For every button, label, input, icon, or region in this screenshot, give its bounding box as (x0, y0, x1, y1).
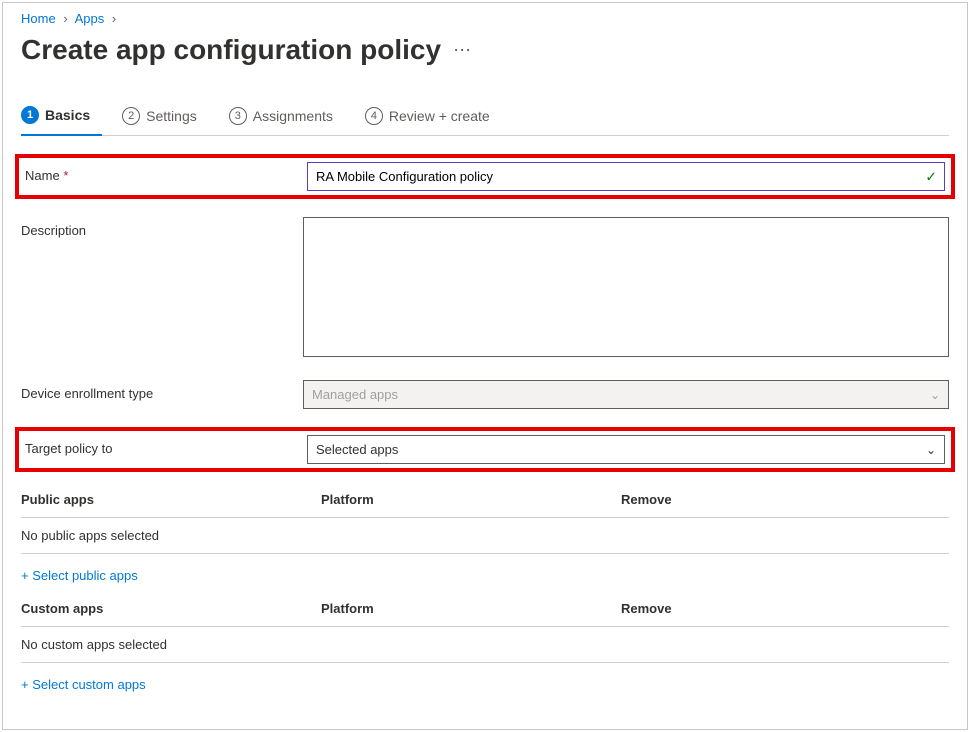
tab-settings[interactable]: 2 Settings (122, 106, 209, 135)
description-input[interactable] (303, 217, 949, 357)
target-policy-select[interactable]: Selected apps ⌄ (307, 435, 945, 464)
tab-number: 1 (21, 106, 39, 124)
check-icon: ✓ (925, 168, 937, 185)
description-label: Description (21, 217, 303, 238)
chevron-down-icon: ⌄ (930, 388, 940, 402)
public-apps-section: Public apps Platform Remove No public ap… (21, 482, 949, 591)
tab-label: Review + create (389, 108, 490, 124)
enrollment-type-select: Managed apps ⌄ (303, 380, 949, 409)
column-header-apps: Public apps (21, 492, 321, 507)
column-header-platform: Platform (321, 601, 621, 616)
tab-number: 4 (365, 107, 383, 125)
name-input[interactable] (307, 162, 945, 191)
select-value: Managed apps (312, 387, 398, 402)
name-label: Name * (25, 162, 307, 183)
tab-label: Assignments (253, 108, 333, 124)
tab-review-create[interactable]: 4 Review + create (365, 106, 502, 135)
custom-apps-section: Custom apps Platform Remove No custom ap… (21, 591, 949, 700)
tab-basics[interactable]: 1 Basics (21, 106, 102, 136)
tab-label: Basics (45, 107, 90, 123)
select-value: Selected apps (316, 442, 398, 457)
page-title: Create app configuration policy (21, 34, 441, 66)
column-header-remove: Remove (621, 601, 949, 616)
chevron-right-icon: › (112, 11, 116, 26)
chevron-down-icon: ⌄ (926, 443, 936, 457)
breadcrumb-apps[interactable]: Apps (75, 11, 105, 26)
chevron-right-icon: › (63, 11, 67, 26)
more-icon[interactable]: ⋯ (453, 40, 473, 61)
tab-number: 2 (122, 107, 140, 125)
target-policy-label: Target policy to (25, 435, 307, 456)
required-marker: * (63, 168, 68, 183)
breadcrumb-home[interactable]: Home (21, 11, 56, 26)
tab-assignments[interactable]: 3 Assignments (229, 106, 345, 135)
custom-apps-empty: No custom apps selected (21, 637, 321, 652)
public-apps-empty: No public apps selected (21, 528, 321, 543)
tab-label: Settings (146, 108, 197, 124)
select-custom-apps-button[interactable]: + Select custom apps (21, 663, 146, 700)
column-header-remove: Remove (621, 492, 949, 507)
column-header-platform: Platform (321, 492, 621, 507)
enrollment-type-label: Device enrollment type (21, 380, 303, 401)
breadcrumb: Home › Apps › (21, 11, 949, 26)
select-public-apps-button[interactable]: + Select public apps (21, 554, 138, 591)
tab-number: 3 (229, 107, 247, 125)
wizard-tabs: 1 Basics 2 Settings 3 Assignments 4 Revi… (21, 106, 949, 136)
column-header-apps: Custom apps (21, 601, 321, 616)
